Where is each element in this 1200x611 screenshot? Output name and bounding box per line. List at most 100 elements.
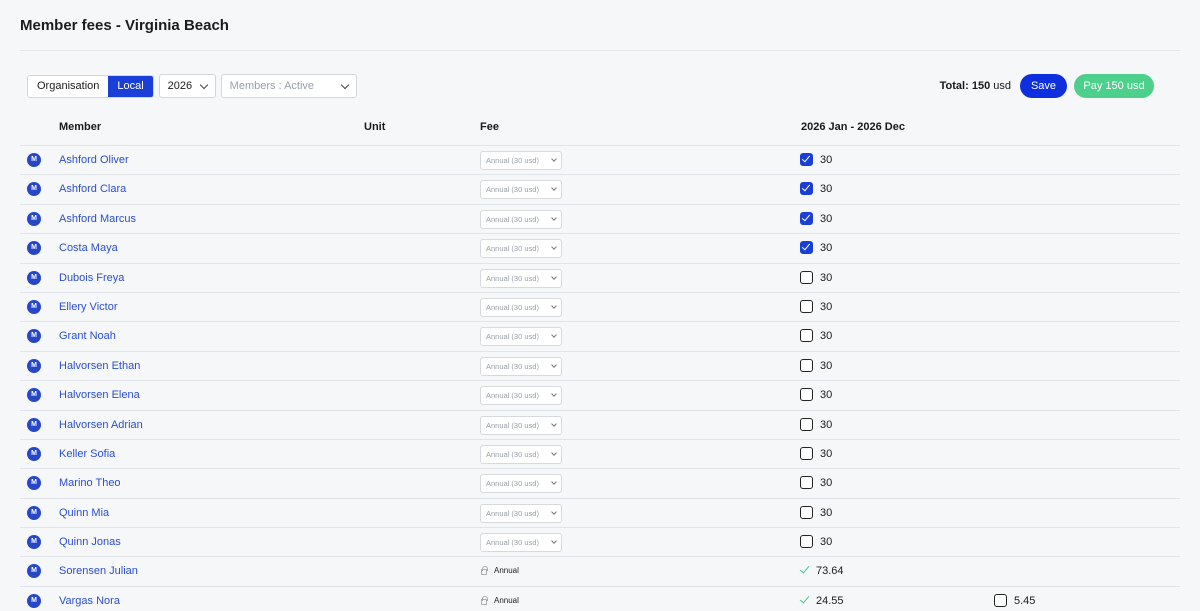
member-name-link[interactable]: Halvorsen Elena <box>59 389 140 401</box>
member-name-link[interactable]: Ashford Marcus <box>59 213 136 225</box>
fee-checkbox[interactable] <box>800 241 813 255</box>
member-name-link[interactable]: Costa Maya <box>59 242 118 254</box>
fee-amount: 30 <box>820 300 833 313</box>
fee-locked: Annual <box>481 595 519 605</box>
chevron-down-icon <box>551 508 557 515</box>
table-header: Member Unit Fee 2026 Jan - 2026 Dec <box>20 106 1180 146</box>
scope-toggle: Organisation Local <box>27 74 154 98</box>
fee-checkbox[interactable] <box>800 388 813 402</box>
fee-checkbox[interactable] <box>800 153 813 166</box>
fee-select[interactable]: Annual (30 usd) <box>480 503 562 523</box>
member-name-link[interactable]: Vargas Nora <box>59 595 120 607</box>
fee-checkbox[interactable] <box>800 535 813 549</box>
fee-select[interactable]: Annual (30 usd) <box>480 180 562 200</box>
members-filter-select[interactable]: Members : Active <box>220 74 357 98</box>
member-name-link[interactable]: Ashford Oliver <box>59 154 129 166</box>
fee-select[interactable]: Annual (30 usd) <box>480 297 562 317</box>
fee-checkbox[interactable] <box>800 505 813 519</box>
fee-checkbox[interactable] <box>800 446 813 460</box>
fee-select[interactable]: Annual (30 usd) <box>480 415 562 435</box>
save-button[interactable]: Save <box>1020 74 1067 98</box>
fee-amount: 30 <box>820 389 833 402</box>
fee-checkbox[interactable] <box>800 211 813 225</box>
scope-organisation-button[interactable]: Organisation <box>28 75 109 97</box>
chevron-down-icon <box>551 420 557 427</box>
total-summary: Total: 150 usd <box>940 80 1011 92</box>
lock-icon <box>481 566 488 576</box>
table-row: M Costa Maya Annual (30 usd) 30 <box>20 234 1180 264</box>
avatar: M <box>27 329 41 344</box>
pay-button[interactable]: Pay 150 usd <box>1074 74 1154 98</box>
fee-select-value: Annual (30 usd) <box>486 479 539 489</box>
member-name-link[interactable]: Ellery Victor <box>59 301 117 313</box>
fee-checkbox[interactable] <box>800 270 813 284</box>
table-body: M Ashford Oliver Annual (30 usd) 30 M Ashford… <box>20 146 1180 611</box>
chevron-down-icon <box>551 156 557 162</box>
fee-amount: 30 <box>820 447 833 460</box>
avatar: M <box>27 593 41 608</box>
avatar: M <box>27 358 41 373</box>
fee-select[interactable]: Annual (30 usd) <box>480 239 562 259</box>
fee-select[interactable]: Annual (30 usd) <box>480 268 562 288</box>
fee-select[interactable]: Annual (30 usd) <box>480 386 562 406</box>
avatar: M <box>27 446 41 461</box>
fee-amount: 30 <box>820 506 833 519</box>
fee-select[interactable]: Annual (30 usd) <box>480 444 562 464</box>
chevron-down-icon <box>551 185 557 192</box>
paid-check-icon <box>799 593 810 604</box>
table-row: M Sorensen Julian Annual 73.64 <box>20 557 1180 587</box>
year-select[interactable]: 2026 <box>158 74 216 98</box>
member-name-link[interactable]: Halvorsen Adrian <box>59 419 143 431</box>
avatar: M <box>27 388 41 403</box>
fee-checkbox[interactable] <box>800 329 813 343</box>
page-title: Member fees - Virginia Beach <box>20 17 229 34</box>
fee-select[interactable]: Annual (30 usd) <box>480 533 562 553</box>
member-name-link[interactable]: Ashford Clara <box>59 183 126 195</box>
fee-amount: 30 <box>820 536 833 549</box>
member-name-link[interactable]: Keller Sofia <box>59 448 115 460</box>
toolbar: Organisation Local 2026 Members : Active… <box>27 73 1154 99</box>
table-row: M Dubois Freya Annual (30 usd) 30 <box>20 264 1180 293</box>
fee-amount: 30 <box>820 418 833 431</box>
fee-checkbox[interactable] <box>800 182 813 196</box>
chevron-down-icon <box>340 80 349 89</box>
table-row: M Marino Theo Annual (30 usd) 30 <box>20 469 1180 499</box>
fee-locked-label: Annual <box>494 566 519 576</box>
fee-amount: 30 <box>820 271 833 284</box>
fee-checkbox[interactable] <box>994 593 1007 607</box>
header-fee: Fee <box>480 121 499 133</box>
avatar: M <box>27 270 41 285</box>
total-label: Total: <box>939 80 969 92</box>
member-name-link[interactable]: Marino Theo <box>59 477 121 489</box>
fee-select[interactable]: Annual (30 usd) <box>480 356 562 376</box>
fee-select[interactable]: Annual (30 usd) <box>480 327 562 347</box>
chevron-down-icon <box>551 244 557 251</box>
fee-select[interactable]: Annual (30 usd) <box>480 474 562 494</box>
fee-select-value: Annual (30 usd) <box>486 244 539 254</box>
fee-select[interactable]: Annual (30 usd) <box>480 209 562 229</box>
member-name-link[interactable]: Quinn Mia <box>59 507 109 519</box>
avatar: M <box>27 417 41 432</box>
fee-select[interactable]: Annual (30 usd) <box>480 151 562 170</box>
table-row: M Vargas Nora Annual 24.55 5.45 <box>20 587 1180 611</box>
member-name-link[interactable]: Halvorsen Ethan <box>59 360 140 372</box>
member-name-link[interactable]: Sorensen Julian <box>59 565 138 577</box>
table-row: M Halvorsen Ethan Annual (30 usd) 30 <box>20 352 1180 382</box>
fee-select-value: Annual (30 usd) <box>486 273 539 283</box>
fee-checkbox[interactable] <box>800 358 813 372</box>
fee-checkbox[interactable] <box>800 476 813 490</box>
chevron-down-icon <box>551 450 557 456</box>
avatar: M <box>27 505 41 520</box>
member-name-link[interactable]: Dubois Freya <box>59 272 124 284</box>
chevron-down-icon <box>551 332 557 339</box>
table-row: M Grant Noah Annual (30 usd) 30 <box>20 322 1180 352</box>
member-name-link[interactable]: Quinn Jonas <box>59 536 121 548</box>
scope-local-button[interactable]: Local <box>108 75 153 97</box>
table-row: M Ashford Oliver Annual (30 usd) 30 <box>20 146 1180 176</box>
member-name-link[interactable]: Grant Noah <box>59 330 116 342</box>
total-value: 150 <box>971 80 991 92</box>
table-row: M Quinn Jonas Annual (30 usd) 30 <box>20 528 1180 558</box>
lock-icon <box>481 595 488 605</box>
fee-checkbox[interactable] <box>800 417 813 431</box>
fee-checkbox[interactable] <box>800 299 813 313</box>
